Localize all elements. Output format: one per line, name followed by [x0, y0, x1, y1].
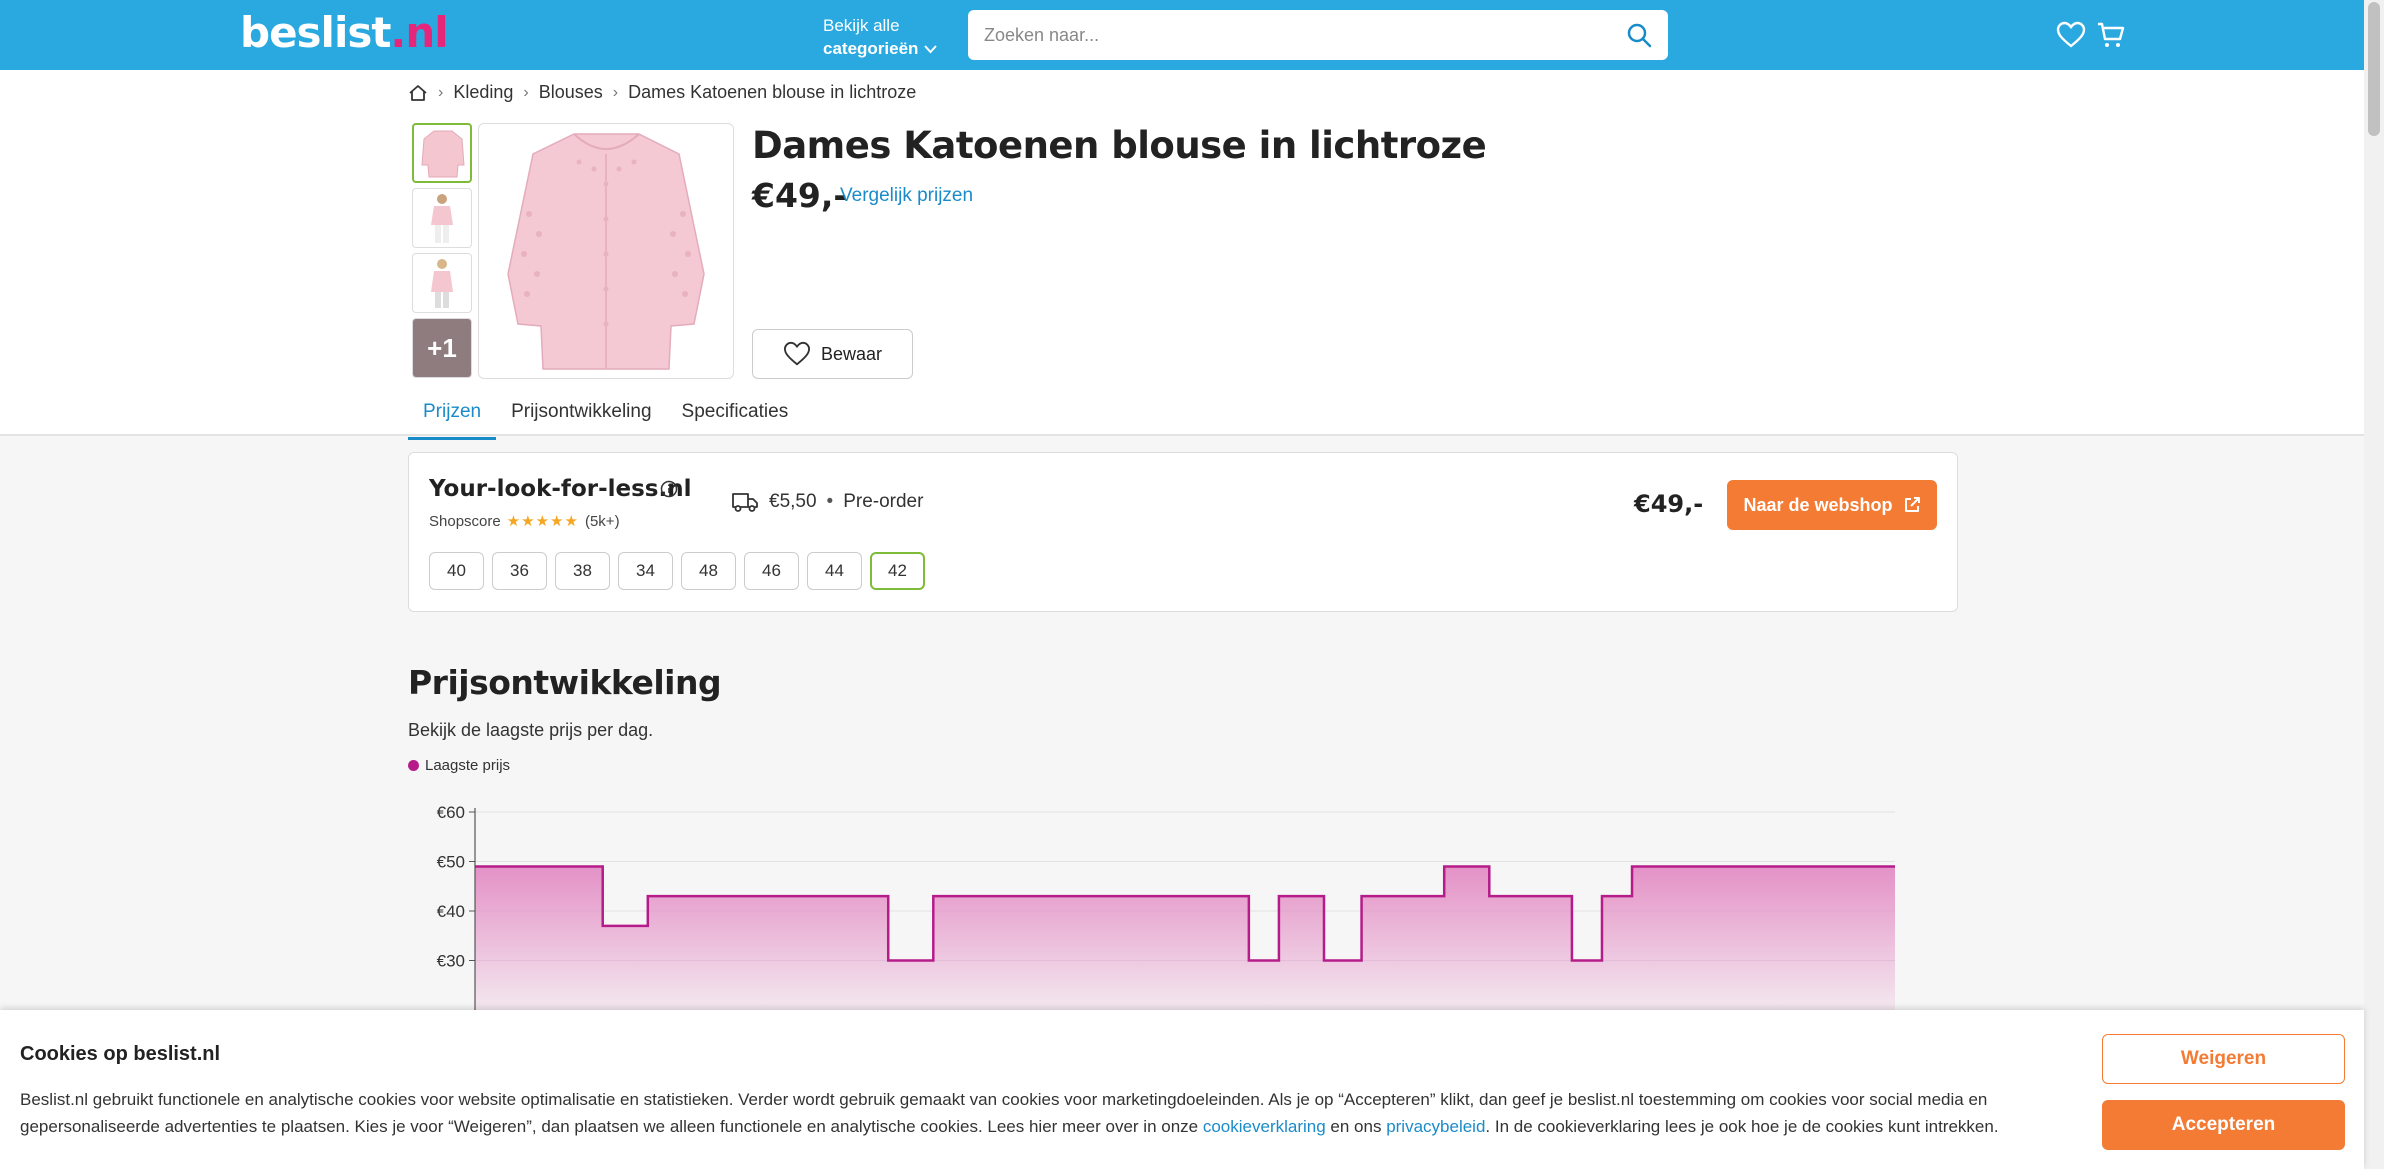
breadcrumb-kleding[interactable]: Kleding	[453, 82, 513, 103]
save-label: Bewaar	[820, 343, 883, 364]
scrollbar-thumb[interactable]	[2368, 2, 2380, 136]
categories-label-line2: categorieën	[823, 39, 919, 58]
shipping-info: €5,50 • Pre-order	[731, 491, 923, 513]
model-thumbnail-image	[431, 259, 453, 308]
cookie-text: Beslist.nl gebruikt functionele en analy…	[20, 1086, 2070, 1140]
size-option[interactable]: 44	[807, 552, 862, 590]
pink-blouse-image	[507, 133, 705, 370]
refuse-cookies-button[interactable]: Weigeren	[2102, 1034, 2345, 1084]
tab-specificaties[interactable]: Specificaties	[667, 392, 804, 440]
legend-label: Laagste prijs	[425, 757, 511, 774]
beslist-logo[interactable]: beslist.nl	[240, 8, 449, 57]
product-main-image[interactable]	[478, 123, 734, 379]
breadcrumb-current: Dames Katoenen blouse in lichtroze	[628, 82, 917, 102]
cookie-statement-link[interactable]: cookieverklaring	[1203, 1117, 1326, 1136]
heart-icon	[783, 341, 810, 366]
y-tick-label: €30	[437, 952, 465, 971]
size-option[interactable]: 46	[744, 552, 799, 590]
offer-card: Your-look-for-less.nl Shopscore ★★★★★ (5…	[408, 452, 1958, 612]
chevron-right-icon: ›	[612, 83, 619, 101]
cart-icon[interactable]	[2096, 20, 2126, 50]
legend-marker	[408, 760, 419, 771]
more-images-count: +1	[427, 332, 457, 363]
webshop-button-label: Naar de webshop	[1743, 494, 1893, 515]
breadcrumb: › Kleding › Blouses › Dames Katoenen blo…	[408, 82, 916, 103]
thumbnail-3[interactable]	[412, 253, 472, 313]
price-history-chart[interactable]: €60 €50 €40 €30	[408, 800, 1928, 1020]
price-history-title: Prijsontwikkeling	[408, 663, 722, 702]
chart-legend: Laagste prijs	[408, 757, 510, 774]
categories-label-line1: Bekijk alle	[823, 16, 900, 35]
price-history-subtitle: Bekijk de laagste prijs per dag.	[408, 720, 654, 740]
save-button[interactable]: Bewaar	[752, 329, 913, 379]
search-icon[interactable]	[1626, 22, 1652, 48]
size-option[interactable]: 48	[681, 552, 736, 590]
size-option[interactable]: 34	[618, 552, 673, 590]
thumbnail-1[interactable]	[412, 123, 472, 183]
thumbnail-2[interactable]	[412, 188, 472, 248]
search-bar	[968, 10, 1668, 60]
external-link-icon	[1904, 497, 1920, 512]
offer-price: €49,-	[1634, 490, 1704, 518]
star-rating: ★★★★★	[506, 513, 579, 530]
model-thumbnail-image	[431, 194, 453, 243]
more-images-button[interactable]: +1	[412, 318, 472, 378]
cookie-text-part2: en ons	[1325, 1117, 1387, 1136]
cookie-text-part3: . In de cookieverklaring lees je ook hoe…	[1485, 1117, 1999, 1136]
top-navigation-bar: beslist.nl Bekijk alle categorieën	[0, 0, 2364, 70]
shipping-cost: €5,50	[769, 491, 817, 512]
rating-count: (5k+)	[584, 512, 620, 530]
image-thumbnails: +1	[412, 123, 472, 383]
logo-tld: .nl	[390, 8, 448, 57]
shop-name[interactable]: Your-look-for-less.nl	[429, 476, 692, 502]
tab-prijsontwikkeling[interactable]: Prijsontwikkeling	[496, 392, 666, 440]
privacy-policy-link[interactable]: privacybeleid	[1386, 1117, 1485, 1136]
size-option[interactable]: 40	[429, 552, 484, 590]
price-area	[475, 866, 1895, 1020]
y-tick-label: €50	[437, 853, 465, 872]
chevron-right-icon: ›	[438, 83, 444, 101]
breadcrumb-blouses[interactable]: Blouses	[539, 82, 603, 103]
size-option[interactable]: 38	[555, 552, 610, 590]
logo-text: beslist	[240, 8, 391, 57]
heart-icon[interactable]	[2056, 20, 2086, 50]
home-icon[interactable]	[408, 84, 428, 102]
size-options: 40 36 38 34 48 46 44 42	[429, 552, 925, 590]
page-scrollbar[interactable]	[2364, 0, 2384, 1169]
shopscore-label: Shopscore	[429, 512, 501, 530]
y-tick-label: €40	[437, 902, 465, 921]
product-price: €49,-	[752, 176, 848, 215]
product-title: Dames Katoenen blouse in lichtroze	[752, 124, 1487, 167]
chevron-down-icon	[924, 38, 938, 61]
size-option-selected[interactable]: 42	[870, 552, 925, 590]
y-tick-label: €60	[437, 803, 465, 822]
compare-prices-link[interactable]: Vergelijk prijzen	[840, 185, 973, 207]
all-categories-button[interactable]: Bekijk alle categorieën	[823, 14, 938, 61]
separator-dot: •	[826, 491, 834, 512]
info-icon[interactable]	[660, 480, 678, 498]
delivery-truck-icon	[732, 493, 758, 512]
search-input[interactable]	[984, 10, 1584, 60]
cookie-title: Cookies op beslist.nl	[20, 1043, 221, 1065]
chevron-right-icon: ›	[523, 83, 529, 101]
tab-prijzen[interactable]: Prijzen	[408, 392, 497, 440]
product-tabs: Prijzen Prijsontwikkeling Specificaties	[408, 392, 803, 440]
cookie-banner: Cookies op beslist.nl Beslist.nl gebruik…	[0, 1010, 2364, 1169]
availability: Pre-order	[843, 491, 924, 512]
size-option[interactable]: 36	[492, 552, 547, 590]
shopscore: Shopscore ★★★★★ (5k+)	[429, 512, 620, 531]
accept-cookies-button[interactable]: Accepteren	[2102, 1100, 2345, 1150]
blouse-thumbnail-image	[421, 130, 465, 178]
go-to-webshop-button[interactable]: Naar de webshop	[1727, 480, 1937, 530]
